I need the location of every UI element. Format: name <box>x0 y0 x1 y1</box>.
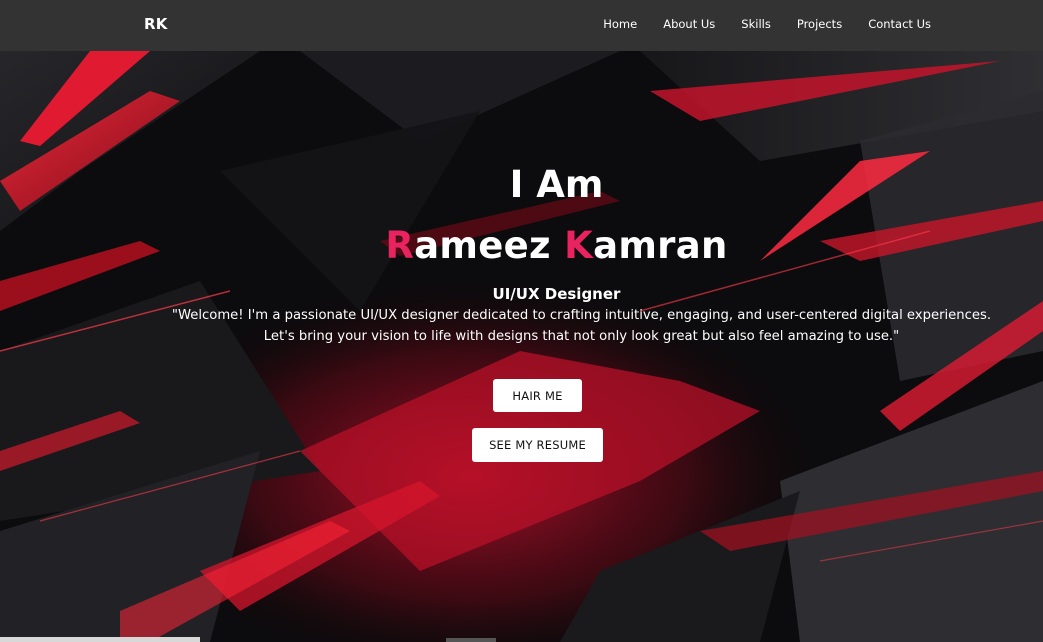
hire-me-button[interactable]: HAIR ME <box>493 379 582 412</box>
nav-link-projects[interactable]: Projects <box>797 17 842 31</box>
name-last-initial: K <box>564 224 594 267</box>
hero-section: I Am Rameez Kamran UI/UX Designer "Welco… <box>0 51 1043 642</box>
nav-link-contact-us[interactable]: Contact Us <box>868 17 931 31</box>
nav-link-skills[interactable]: Skills <box>741 17 771 31</box>
hero-name-heading: Rameez Kamran <box>35 223 1043 269</box>
name-first-initial: R <box>385 224 415 267</box>
hero-intro-heading: I Am <box>509 163 604 206</box>
see-resume-button[interactable]: SEE MY RESUME <box>472 428 603 462</box>
brand-logo[interactable]: RK <box>144 15 168 33</box>
nav-link-about-us[interactable]: About Us <box>663 17 715 31</box>
hero-description-line1: "Welcome! I'm a passionate UI/UX designe… <box>171 308 992 323</box>
hero-content: I Am Rameez Kamran UI/UX Designer "Welco… <box>0 51 1043 642</box>
page: RK Home About Us Skills Projects Contact… <box>0 0 1043 642</box>
horizontal-scrollbar-thumb[interactable] <box>0 637 200 642</box>
nav-link-home[interactable]: Home <box>603 17 637 31</box>
hero-description: "Welcome! I'm a passionate UI/UX designe… <box>135 305 1028 347</box>
horizontal-scrollbar-track-segment <box>446 638 496 642</box>
name-first-rest: ameez <box>414 224 565 267</box>
navbar: RK Home About Us Skills Projects Contact… <box>0 0 1043 51</box>
hero-description-line2: Let's bring your vision to life with des… <box>263 329 900 344</box>
name-last-rest: amran <box>593 224 728 267</box>
nav-links: Home About Us Skills Projects Contact Us <box>603 17 931 31</box>
hero-role: UI/UX Designer <box>492 285 621 303</box>
